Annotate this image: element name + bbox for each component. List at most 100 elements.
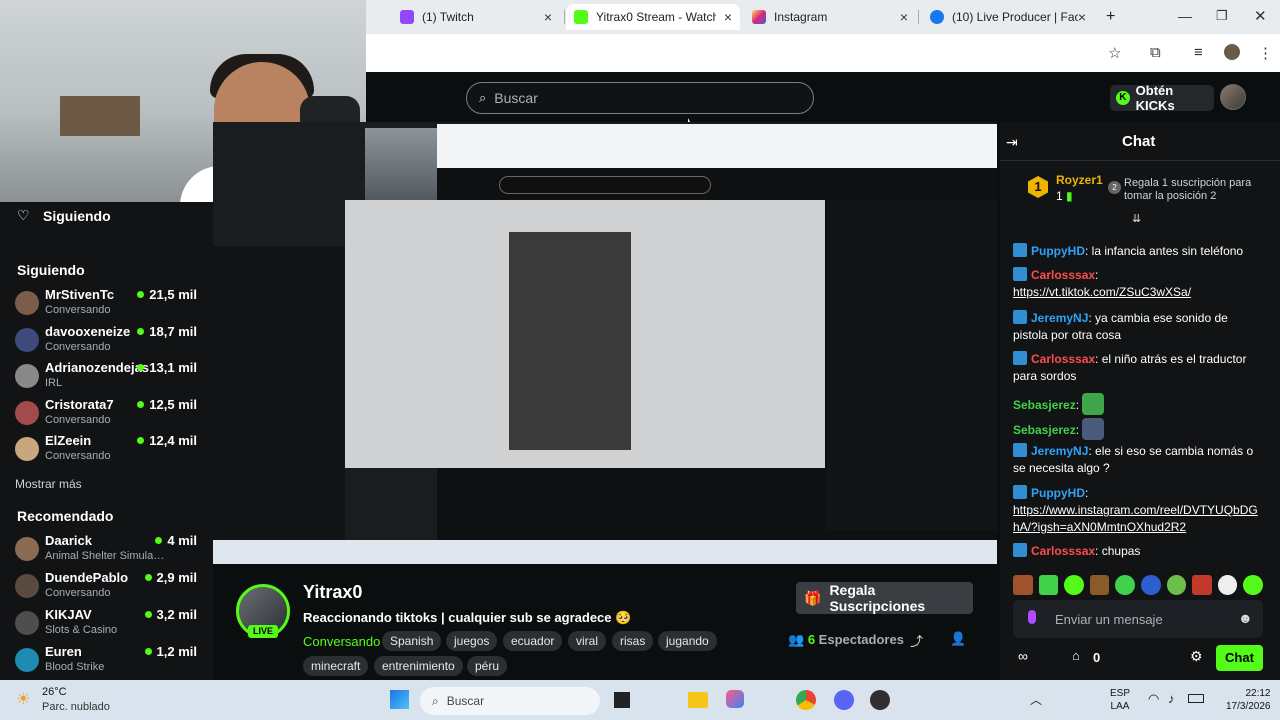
channel-item[interactable]: DuendePablo Conversando 2,9 mil bbox=[15, 570, 205, 606]
chat-username[interactable]: Sebasjerez bbox=[1013, 423, 1076, 437]
profile-avatar-icon[interactable] bbox=[1224, 44, 1240, 60]
store-icon[interactable]: ⌂ bbox=[1072, 648, 1080, 663]
close-icon[interactable]: × bbox=[544, 9, 552, 25]
chat-link[interactable]: https://www.instagram.com/reel/DVTYUQbDG… bbox=[1013, 503, 1258, 534]
tag-chip[interactable]: risas bbox=[612, 631, 654, 651]
emote-icon[interactable] bbox=[1140, 575, 1161, 595]
close-window-icon[interactable]: ✕ bbox=[1254, 7, 1267, 25]
system-clock[interactable]: 22:12 17/3/2026 bbox=[1226, 687, 1271, 713]
kick-icon bbox=[574, 10, 588, 24]
weather-description[interactable]: Parc. nublado bbox=[42, 701, 110, 713]
pinned-cta[interactable]: Regala 1 suscripción para tomar la posic… bbox=[1124, 177, 1254, 203]
get-kicks-button[interactable]: K Obtén KICKs bbox=[1110, 83, 1214, 113]
chat-link[interactable]: https://vt.tiktok.com/ZSuC3wXSa/ bbox=[1013, 285, 1191, 299]
extensions-icon[interactable]: ⧉ bbox=[1150, 44, 1161, 61]
share-icon[interactable]: ⤴ bbox=[910, 631, 923, 650]
start-menu-icon[interactable] bbox=[390, 690, 409, 709]
tab-instagram[interactable]: Instagram × bbox=[744, 4, 916, 30]
show-hidden-icons-icon[interactable]: ︿ bbox=[1030, 691, 1042, 708]
copilot-icon[interactable] bbox=[726, 690, 744, 708]
tag-chip[interactable]: Spanish bbox=[382, 631, 442, 651]
search-input[interactable]: ⌕ Buscar bbox=[466, 82, 814, 114]
weather-icon[interactable]: ☀ bbox=[16, 689, 30, 709]
chat-username[interactable]: Carlosssax bbox=[1031, 544, 1095, 558]
channel-item[interactable]: Daarick Animal Shelter Simulator 4 mil bbox=[15, 533, 205, 569]
emote-icon[interactable] bbox=[1192, 575, 1212, 595]
chat-username[interactable]: PuppyHD bbox=[1031, 244, 1085, 258]
user-avatar[interactable] bbox=[1220, 84, 1246, 110]
emote-icon[interactable] bbox=[1243, 575, 1263, 595]
emoji-icon[interactable]: ☻ bbox=[1238, 610, 1253, 626]
emote-icon[interactable] bbox=[1166, 575, 1187, 595]
emote-icon[interactable] bbox=[1064, 575, 1084, 595]
microphone-icon[interactable] bbox=[1028, 610, 1036, 624]
stream-category-link[interactable]: Conversando bbox=[303, 634, 380, 649]
tab-kick[interactable]: Yitrax0 Stream - Watch Live × bbox=[566, 4, 740, 30]
chat-username[interactable]: Carlosssax bbox=[1031, 352, 1095, 366]
discord-icon[interactable] bbox=[834, 690, 854, 710]
bookmark-star-icon[interactable]: ☆ bbox=[1108, 44, 1121, 62]
tag-chip[interactable]: minecraft bbox=[303, 656, 369, 676]
chat-username[interactable]: Carlosssax bbox=[1031, 268, 1095, 282]
chat-username[interactable]: PuppyHD bbox=[1031, 486, 1085, 500]
channel-item[interactable]: KIKJAV Slots & Casino 3,2 mil bbox=[15, 607, 205, 643]
taskbar-search[interactable]: ⌕ Buscar bbox=[420, 687, 600, 715]
wifi-icon[interactable]: ◠ bbox=[1148, 691, 1159, 707]
chat-username[interactable]: JeremyNJ bbox=[1031, 311, 1088, 325]
pinned-user[interactable]: Royzer1 bbox=[1056, 173, 1103, 187]
gift-subscriptions-button[interactable]: 🎁 Regala Suscripciones bbox=[796, 582, 973, 614]
maximize-icon[interactable]: ❐ bbox=[1216, 8, 1228, 24]
close-icon[interactable]: × bbox=[900, 9, 908, 25]
following-title[interactable]: Siguiendo bbox=[43, 208, 111, 224]
chat-settings-icon[interactable]: ⚙ bbox=[1190, 648, 1203, 665]
emote-icon[interactable] bbox=[1089, 575, 1110, 595]
media-controls-icon[interactable]: ≡ bbox=[1194, 44, 1203, 61]
channel-item[interactable]: davooxeneize Conversando 18,7 mil bbox=[15, 324, 205, 360]
weather-temperature[interactable]: 26°C bbox=[42, 686, 67, 698]
tab-facebook[interactable]: (10) Live Producer | Facebook × bbox=[922, 4, 1094, 30]
channel-item[interactable]: Cristorata7 Conversando 12,5 mil bbox=[15, 397, 205, 433]
tag-chip[interactable]: entrenimiento bbox=[374, 656, 463, 676]
emote-icon[interactable] bbox=[1115, 575, 1135, 595]
tag-chip[interactable]: ecuador bbox=[503, 631, 563, 651]
tag-chip[interactable]: viral bbox=[568, 631, 607, 651]
windows-taskbar bbox=[0, 680, 1280, 720]
menu-kebab-icon[interactable]: ⋮ bbox=[1258, 44, 1273, 62]
chat-username[interactable]: JeremyNJ bbox=[1031, 444, 1088, 458]
tag-chip[interactable]: juegos bbox=[446, 631, 498, 651]
chat-message-input[interactable]: Enviar un mensaje bbox=[1013, 600, 1263, 638]
task-view-icon[interactable] bbox=[614, 692, 630, 708]
video-player[interactable] bbox=[213, 122, 997, 564]
file-explorer-icon[interactable] bbox=[688, 692, 708, 708]
emote-icon[interactable] bbox=[1038, 575, 1059, 595]
live-dot-icon bbox=[137, 437, 145, 444]
obs-icon[interactable] bbox=[870, 690, 890, 710]
streamer-name[interactable]: Yitrax0 bbox=[303, 582, 362, 603]
collapse-chat-icon[interactable]: ⇥ bbox=[1006, 134, 1018, 151]
follow-user-icon[interactable]: 👤 bbox=[950, 631, 966, 647]
minimize-icon[interactable]: — bbox=[1178, 8, 1192, 24]
channel-item[interactable]: Euren Blood Strike 1,2 mil bbox=[15, 644, 205, 680]
close-icon[interactable]: × bbox=[1078, 9, 1086, 25]
viewer-number: 6 bbox=[807, 632, 816, 647]
chat-username[interactable]: Sebasjerez bbox=[1013, 398, 1076, 412]
emote-icon[interactable] bbox=[1013, 575, 1033, 595]
show-more-link[interactable]: Mostrar más bbox=[15, 477, 82, 491]
close-icon[interactable]: × bbox=[724, 9, 732, 25]
channel-item[interactable]: MrStivenTc Conversando 21,5 mil bbox=[15, 287, 205, 323]
tag-chip[interactable]: péru bbox=[467, 656, 508, 676]
tab-twitch[interactable]: (1) Twitch × bbox=[392, 4, 560, 30]
channel-item[interactable]: Adrianozendejas IRL 13,1 mil bbox=[15, 360, 205, 396]
keyboard-language[interactable]: ESP LAA bbox=[1110, 687, 1130, 713]
battery-icon[interactable] bbox=[1188, 694, 1204, 703]
new-tab-button[interactable]: + bbox=[1098, 4, 1122, 30]
points-icon[interactable]: ∞ bbox=[1018, 648, 1028, 664]
emote-icon[interactable] bbox=[1217, 575, 1238, 595]
channel-item[interactable]: ElZeein Conversando 12,4 mil bbox=[15, 433, 205, 469]
chrome-icon[interactable] bbox=[796, 690, 816, 710]
chat-send-button[interactable]: Chat bbox=[1216, 645, 1263, 671]
chat-scroll-down-icon[interactable]: ⇊ bbox=[1132, 212, 1141, 225]
volume-icon[interactable]: ♪ bbox=[1168, 691, 1175, 706]
channel-category: Animal Shelter Simulator bbox=[45, 550, 165, 562]
tag-chip[interactable]: jugando bbox=[658, 631, 717, 651]
